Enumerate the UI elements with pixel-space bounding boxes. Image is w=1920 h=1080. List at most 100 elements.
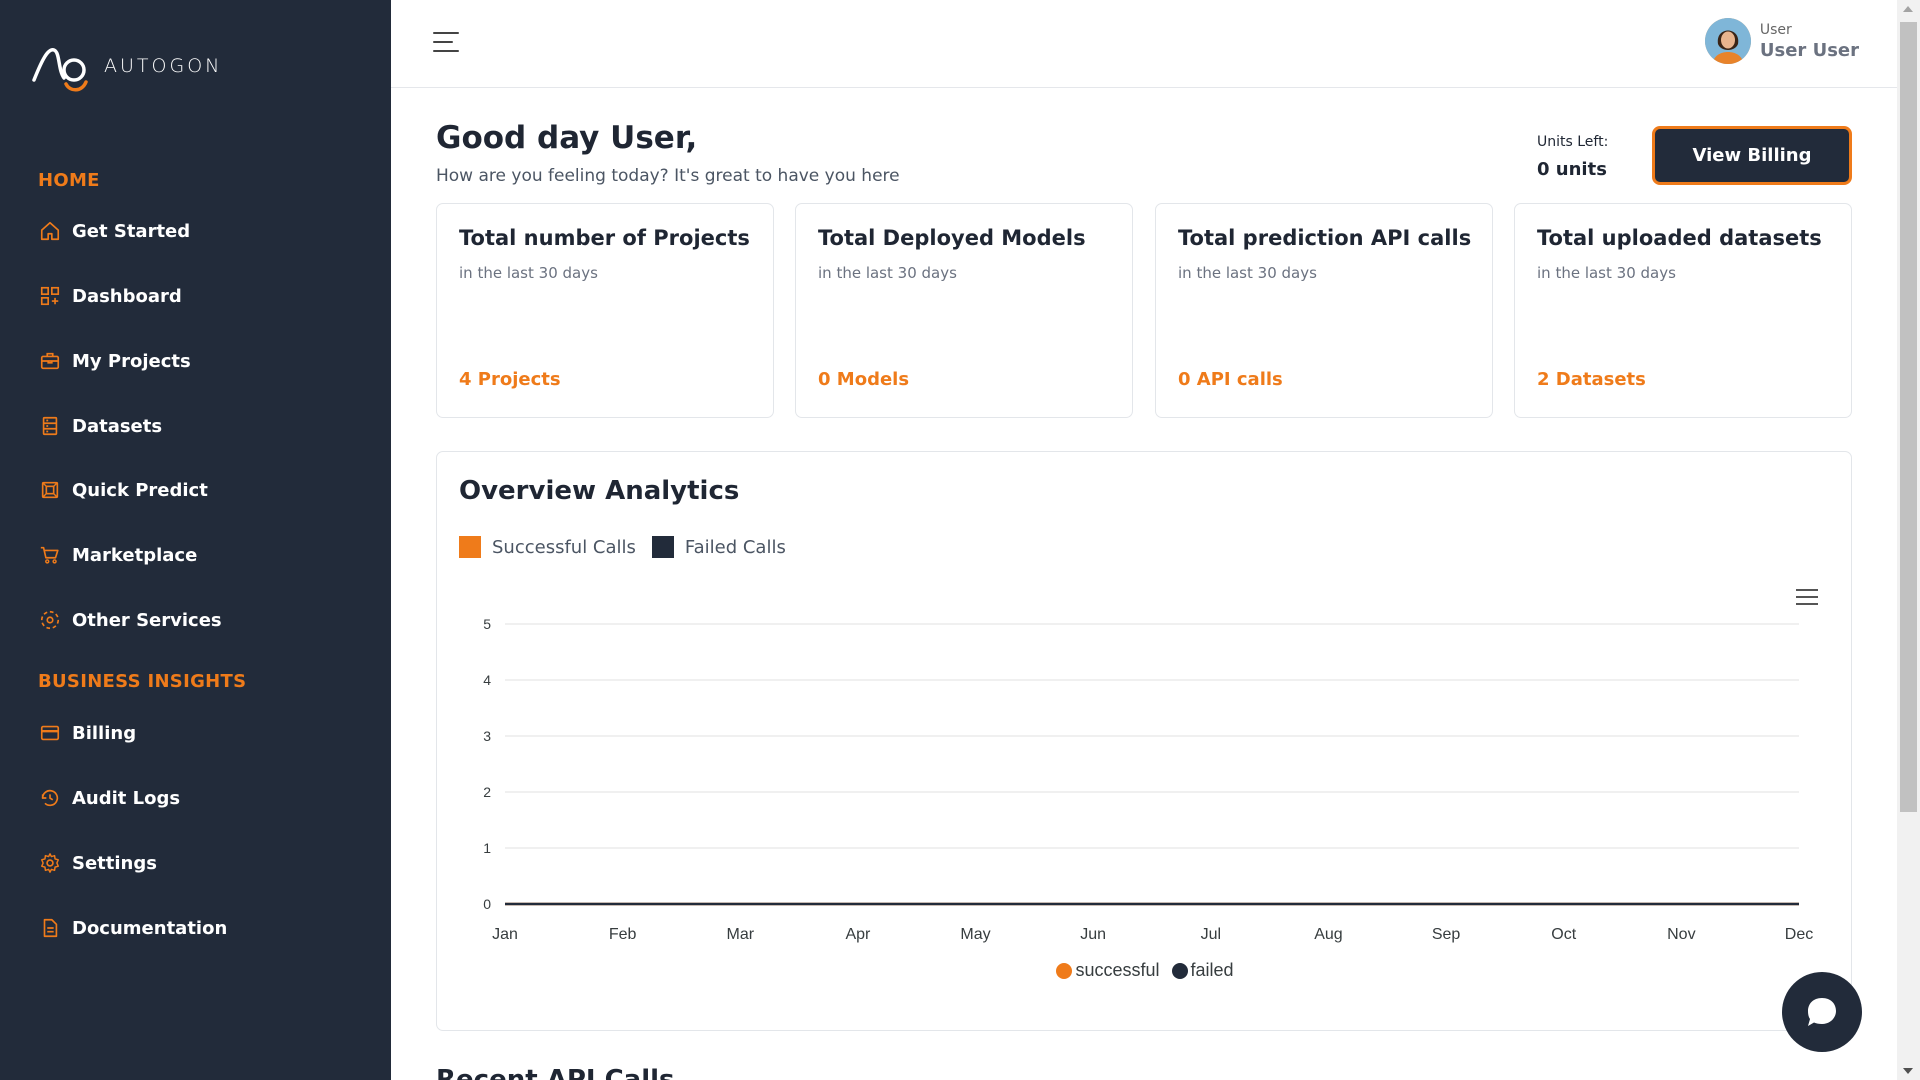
- chart-legend: successful failed: [437, 960, 1853, 981]
- sidebar-item-label: Datasets: [72, 415, 163, 437]
- gear-icon: [38, 851, 62, 875]
- x-tick-label: Jun: [1080, 926, 1106, 943]
- x-tick-label: Jul: [1201, 926, 1221, 943]
- analytics-chart: 0 1 2 3 4 5 Jan Feb Mar Apr May Jun Jul Aug Sep Oct Nov D…: [483, 616, 1813, 943]
- x-tick-label: Apr: [845, 926, 871, 943]
- card-value[interactable]: 2 Datasets: [1537, 369, 1646, 390]
- card-title: Total Deployed Models: [818, 226, 1086, 250]
- scroll-down-icon[interactable]: [1903, 1068, 1913, 1074]
- legend-dot: [1171, 962, 1188, 979]
- recent-api-calls-title: Recent API Calls: [436, 1065, 675, 1080]
- card-value[interactable]: 0 Models: [818, 369, 909, 390]
- user-name: User User: [1759, 39, 1859, 61]
- card-title: Total uploaded datasets: [1537, 226, 1822, 250]
- sidebar-item-label: My Projects: [72, 350, 191, 372]
- dataset-icon: [38, 414, 62, 438]
- sidebar-item-label: Get Started: [72, 220, 191, 242]
- briefcase-icon: [38, 349, 62, 373]
- y-tick-label: 0: [483, 896, 491, 912]
- menu-toggle-icon[interactable]: [433, 32, 461, 54]
- x-tick-label: Sep: [1432, 926, 1461, 943]
- legend-label: successful: [1075, 960, 1160, 980]
- sidebar-item-settings[interactable]: Settings: [38, 846, 157, 880]
- page-subtitle: How are you feeling today? It's great to…: [436, 166, 900, 186]
- x-tick-label: Dec: [1785, 926, 1813, 943]
- predict-icon: [38, 478, 62, 502]
- stat-card-datasets: Total uploaded datasets in the last 30 d…: [1514, 203, 1852, 418]
- x-tick-label: Feb: [609, 926, 637, 943]
- scroll-up-icon[interactable]: [1903, 6, 1913, 12]
- avatar: [1704, 18, 1751, 64]
- section-business-insights: BUSINESS INSIGHTS: [38, 671, 247, 692]
- x-tick-label: Aug: [1314, 926, 1342, 943]
- services-icon: [38, 608, 62, 632]
- chat-bubble-icon: [1808, 998, 1836, 1026]
- y-tick-label: 4: [483, 672, 491, 688]
- card-title: Total prediction API calls: [1178, 226, 1472, 250]
- sidebar-item-documentation[interactable]: Documentation: [38, 911, 227, 945]
- sidebar-item-label: Documentation: [72, 917, 228, 939]
- view-billing-button[interactable]: View Billing: [1652, 126, 1852, 185]
- stat-card-projects: Total number of Projects in the last 30 …: [436, 203, 774, 418]
- sidebar-item-label: Other Services: [72, 609, 222, 631]
- card-subtitle: in the last 30 days: [818, 264, 957, 282]
- y-tick-label: 2: [483, 784, 491, 800]
- x-tick-label: May: [960, 926, 990, 943]
- sidebar-item-billing[interactable]: Billing: [38, 716, 136, 750]
- sidebar: AUTOGON HOME Get Started Dashboard My Pr…: [0, 0, 391, 1080]
- chart-legend-successful[interactable]: successful: [1056, 960, 1160, 981]
- units-left-value: 0 units: [1537, 159, 1607, 180]
- sidebar-item-quick-predict[interactable]: Quick Predict: [38, 473, 208, 507]
- sidebar-item-dashboard[interactable]: Dashboard: [38, 279, 182, 313]
- card-title: Total number of Projects: [459, 226, 750, 250]
- y-tick-label: 1: [483, 840, 491, 856]
- chat-button[interactable]: [1782, 972, 1862, 1052]
- sidebar-item-label: Marketplace: [72, 544, 198, 566]
- overview-analytics-panel: Overview Analytics Successful Calls Fail…: [436, 451, 1852, 1031]
- stat-card-api-calls: Total prediction API calls in the last 3…: [1155, 203, 1493, 418]
- sidebar-item-other-services[interactable]: Other Services: [38, 603, 222, 637]
- autogon-logo-icon: [32, 48, 88, 92]
- card-value[interactable]: 4 Projects: [459, 369, 561, 390]
- units-left-label: Units Left:: [1537, 134, 1609, 150]
- cart-icon: [38, 543, 62, 567]
- user-role: User: [1759, 21, 1792, 38]
- sidebar-item-my-projects[interactable]: My Projects: [38, 344, 191, 378]
- brand-name: AUTOGON: [104, 55, 223, 77]
- card-icon: [38, 721, 62, 745]
- scroll-thumb[interactable]: [1900, 22, 1917, 812]
- home-icon: [38, 219, 62, 243]
- x-tick-label: Oct: [1551, 926, 1576, 943]
- x-tick-label: Mar: [726, 926, 754, 943]
- sidebar-item-get-started[interactable]: Get Started: [38, 214, 190, 248]
- sidebar-item-marketplace[interactable]: Marketplace: [38, 538, 197, 572]
- y-tick-label: 3: [483, 728, 491, 744]
- sidebar-item-label: Quick Predict: [72, 479, 208, 501]
- page-title: Good day User,: [436, 120, 698, 156]
- sidebar-item-datasets[interactable]: Datasets: [38, 409, 162, 443]
- card-subtitle: in the last 30 days: [1178, 264, 1317, 282]
- top-bar: User User User: [391, 0, 1897, 88]
- scrollbar[interactable]: [1897, 0, 1920, 1080]
- document-icon: [38, 916, 62, 940]
- sidebar-item-label: Audit Logs: [72, 787, 181, 809]
- legend-label: failed: [1190, 960, 1234, 980]
- x-tick-label: Nov: [1667, 926, 1695, 943]
- sidebar-item-audit-logs[interactable]: Audit Logs: [38, 781, 180, 815]
- sidebar-item-label: Billing: [72, 722, 137, 744]
- user-menu[interactable]: User User User: [1704, 18, 1859, 64]
- chart-legend-failed[interactable]: failed: [1171, 960, 1234, 981]
- card-value[interactable]: 0 API calls: [1178, 369, 1283, 390]
- history-icon: [38, 786, 62, 810]
- legend-dot: [1056, 962, 1073, 979]
- card-subtitle: in the last 30 days: [459, 264, 598, 282]
- x-tick-label: Jan: [492, 926, 518, 943]
- dashboard-icon: [38, 284, 62, 308]
- section-home: HOME: [38, 170, 100, 191]
- sidebar-item-label: Dashboard: [72, 285, 182, 307]
- card-subtitle: in the last 30 days: [1537, 264, 1676, 282]
- stat-card-models: Total Deployed Models in the last 30 day…: [795, 203, 1133, 418]
- y-tick-label: 5: [483, 616, 491, 632]
- sidebar-item-label: Settings: [72, 852, 157, 874]
- brand-logo[interactable]: AUTOGON: [30, 40, 222, 92]
